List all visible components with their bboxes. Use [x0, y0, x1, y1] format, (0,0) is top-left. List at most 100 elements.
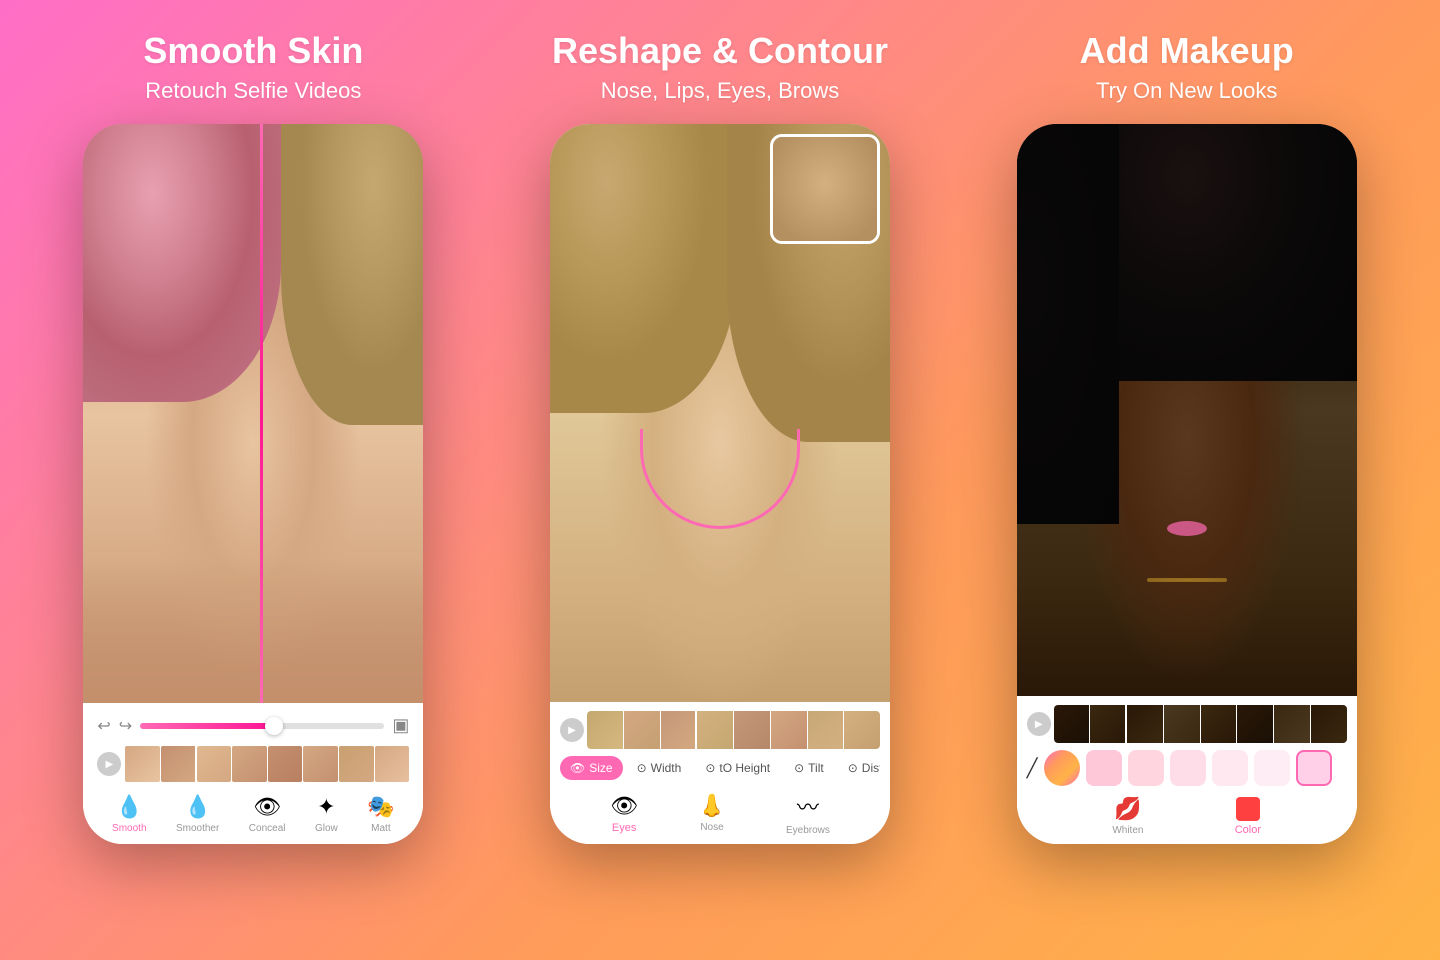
hair-left-3: [1017, 124, 1119, 524]
tool-nose[interactable]: 👃 Nose: [698, 793, 725, 833]
tool-color[interactable]: Color: [1235, 797, 1261, 836]
frame-2: [161, 746, 196, 782]
color-swatch-1[interactable]: [1086, 750, 1122, 786]
makeup-color-row: ╱: [1027, 746, 1347, 790]
tab-height[interactable]: ⊙ tO Height: [695, 756, 780, 780]
phone-3-image: [1017, 124, 1357, 696]
redo-icon[interactable]: ↪: [119, 716, 132, 736]
frame-3-selected: [1127, 705, 1163, 743]
tab-dist-label: Dist: [862, 761, 880, 775]
tab-tilt[interactable]: ⊙ Tilt: [784, 756, 834, 780]
eyes-label: Eyes: [612, 822, 636, 834]
conceal-label: Conceal: [249, 823, 286, 834]
panel-smooth-skin: Smooth Skin Retouch Selfie Videos: [20, 30, 487, 940]
color-icon: [1236, 797, 1260, 821]
tab-dist[interactable]: ⊙ Dist: [838, 756, 880, 780]
tool-row: 💧 Smooth 💧 Smoother 👁 Conceal ✦: [97, 788, 409, 836]
tool-glow[interactable]: ✦ Glow: [315, 794, 338, 834]
timeline-frames-3[interactable]: [1054, 705, 1347, 743]
timeline-frames[interactable]: [125, 746, 409, 782]
whiten-color-row: 💋 Whiten Color: [1027, 790, 1347, 838]
tab-width[interactable]: ⊙ Width: [627, 756, 692, 780]
tilt-icon: ⊙: [794, 761, 804, 775]
eyebrows-label: Eyebrows: [786, 825, 830, 836]
frame-2-5: [734, 711, 770, 749]
timeline-frames-2[interactable]: [587, 711, 880, 749]
tab-height-label: tO Height: [719, 761, 770, 775]
eyebrows-icon: 〰: [797, 790, 819, 822]
tab-size-label: Size: [589, 761, 612, 775]
panel-makeup: Add Makeup Try On New Looks: [953, 30, 1420, 940]
height-icon: ⊙: [705, 761, 715, 775]
frame-2-8: [844, 711, 880, 749]
size-icon: 👁: [570, 761, 585, 775]
face-preview-box: [770, 134, 880, 244]
frame-2-3: [661, 711, 697, 749]
panel-1-title: Smooth Skin: [143, 30, 363, 72]
smoother-label: Smoother: [176, 823, 219, 834]
color-swatch-3[interactable]: [1170, 750, 1206, 786]
tab-size[interactable]: 👁 Size: [560, 756, 623, 780]
timeline-row-2: ▶: [560, 708, 880, 752]
panel-2-subtitle: Nose, Lips, Eyes, Brows: [601, 78, 839, 104]
frame-5: [268, 746, 303, 782]
whiten-label: Whiten: [1112, 825, 1143, 836]
width-icon: ⊙: [637, 761, 647, 775]
phone-2-screen: ▶: [550, 124, 890, 844]
tool-conceal[interactable]: 👁 Conceal: [249, 794, 286, 834]
color-swatch-4[interactable]: [1212, 750, 1248, 786]
phone-1-screen: ↩ ↪ ▣ ▶: [83, 124, 423, 844]
tool-smooth[interactable]: 💧 Smooth: [112, 794, 146, 834]
frame-4: [232, 746, 267, 782]
tool-matt[interactable]: 🎭 Matt: [367, 794, 394, 834]
glow-icon: ✦: [317, 794, 335, 820]
phone-1-controls: ↩ ↪ ▣ ▶: [83, 703, 423, 844]
frame-3-4: [1164, 705, 1200, 743]
face-shadow: [83, 558, 423, 703]
slider-row: ↩ ↪ ▣: [97, 711, 409, 740]
smoother-icon: 💧: [184, 794, 211, 820]
smooth-label: Smooth: [112, 823, 146, 834]
tool-smoother[interactable]: 💧 Smoother: [176, 794, 219, 834]
phone-1: ↩ ↪ ▣ ▶: [83, 124, 423, 844]
frame-6: [303, 746, 338, 782]
main-container: Smooth Skin Retouch Selfie Videos: [0, 0, 1440, 960]
timeline-row: ▶: [97, 744, 409, 784]
gradient-color[interactable]: [1044, 750, 1080, 786]
phone-2-image: [550, 124, 890, 702]
tab-tilt-label: Tilt: [808, 761, 824, 775]
preview-face: [773, 137, 877, 241]
panel-1-subtitle: Retouch Selfie Videos: [145, 78, 361, 104]
frame-3-2: [1090, 705, 1126, 743]
hair-left: [83, 124, 280, 402]
frame-7: [339, 746, 374, 782]
nose-label: Nose: [700, 822, 723, 833]
color-swatch-selected[interactable]: [1296, 750, 1332, 786]
color-swatch-5[interactable]: [1254, 750, 1290, 786]
play-button[interactable]: ▶: [97, 752, 121, 776]
tool-whiten[interactable]: 💋 Whiten: [1112, 796, 1143, 836]
brush-icon[interactable]: ╱: [1027, 758, 1038, 779]
hair-right: [281, 124, 424, 425]
phone-2: ▶: [550, 124, 890, 844]
split-divider: [260, 124, 263, 703]
matt-label: Matt: [371, 823, 390, 834]
compare-icon[interactable]: ▣: [392, 715, 409, 736]
dist-icon: ⊙: [848, 761, 858, 775]
slider-thumb: [265, 717, 283, 735]
frame-2-7: [808, 711, 844, 749]
tool-eyebrows[interactable]: 〰 Eyebrows: [786, 790, 830, 836]
frame-3-8: [1311, 705, 1347, 743]
glow-label: Glow: [315, 823, 338, 834]
necklace: [1147, 578, 1227, 582]
play-button-2[interactable]: ▶: [560, 718, 584, 742]
tool-eyes[interactable]: 👁 Eyes: [610, 793, 638, 834]
frame-8: [375, 746, 410, 782]
phone-3: ▶ ╱: [1017, 124, 1357, 844]
phone-2-controls: ▶: [550, 702, 890, 844]
phone-3-screen: ▶ ╱: [1017, 124, 1357, 844]
intensity-slider[interactable]: [140, 723, 384, 729]
color-swatch-2[interactable]: [1128, 750, 1164, 786]
play-button-3[interactable]: ▶: [1027, 712, 1051, 736]
undo-icon[interactable]: ↩: [97, 716, 110, 736]
